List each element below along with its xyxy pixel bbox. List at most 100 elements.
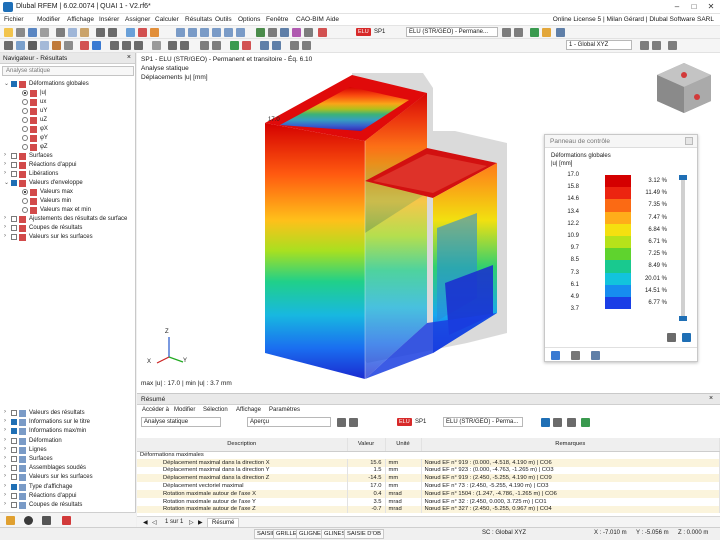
tree-item[interactable]: φY [0, 134, 136, 143]
render-icon[interactable] [256, 28, 265, 37]
chevron-right-icon[interactable]: › [4, 501, 6, 507]
checkbox[interactable] [11, 483, 17, 490]
col-description[interactable]: Description [137, 438, 348, 452]
display-tree-item[interactable]: › Type d'affichage [0, 483, 136, 492]
sort-icon[interactable] [553, 418, 562, 427]
next-icon[interactable] [349, 418, 358, 427]
menu-help[interactable]: Aide [326, 16, 339, 23]
member-icon[interactable] [52, 41, 61, 50]
measure-icon[interactable] [152, 41, 161, 50]
maximize-icon[interactable]: □ [689, 2, 699, 12]
tools-icon[interactable] [150, 28, 159, 37]
checkbox[interactable] [11, 171, 17, 177]
menu-edit[interactable]: Modifier [37, 16, 60, 23]
display-tree-item[interactable]: › Réactions d'appui [0, 492, 136, 501]
checkbox[interactable] [11, 502, 17, 508]
checkbox[interactable] [11, 437, 17, 444]
results-view-select[interactable]: Aperçu [247, 417, 331, 427]
table-row[interactable]: Déplacement maximal dans la direction Z-… [137, 474, 720, 483]
load-combination-select[interactable]: ELU (STR/GEO) - Permane... [406, 27, 498, 37]
checkbox[interactable] [11, 492, 17, 499]
menu-file[interactable]: Fichier [4, 16, 24, 23]
chevron-right-icon[interactable]: › [4, 170, 6, 176]
animation-icon[interactable] [556, 28, 565, 37]
chevron-right-icon[interactable]: › [4, 161, 6, 167]
menu-insert[interactable]: Insérer [99, 16, 119, 23]
chevron-down-icon[interactable]: ⌄ [4, 80, 9, 87]
tree-item[interactable]: ⌄ Valeurs d'enveloppe [0, 179, 136, 188]
chevron-right-icon[interactable]: › [4, 427, 6, 433]
checkbox[interactable] [11, 465, 17, 472]
filter-icon[interactable] [541, 418, 550, 427]
radio-button[interactable] [22, 144, 28, 150]
table-row[interactable]: Rotation maximale autour de l'axe X 0.4 mr… [137, 489, 720, 498]
radio-button[interactable] [22, 189, 28, 195]
tree-item[interactable]: › Coupes de résultats [0, 224, 136, 233]
status-object-snap-button[interactable]: SAISIE D'OB [344, 529, 384, 539]
legend-slider-track[interactable] [681, 175, 685, 321]
chevron-down-icon[interactable]: ⌄ [4, 179, 9, 186]
chevron-right-icon[interactable]: › [4, 437, 6, 443]
table-row[interactable]: Déplacement vectoriel maximal 17.0 mm Nœud … [137, 482, 720, 490]
chevron-right-icon[interactable]: › [4, 492, 6, 498]
legend-slider-bottom-handle[interactable] [679, 316, 687, 321]
tree-item[interactable]: |u| [0, 89, 136, 98]
tree-item[interactable]: Valeurs max [0, 188, 136, 197]
checkbox[interactable] [11, 225, 17, 231]
save-icon[interactable] [16, 28, 25, 37]
legend-settings-icon[interactable] [667, 333, 676, 342]
col-value[interactable]: Valeur [347, 438, 386, 452]
filter-icon[interactable] [212, 41, 221, 50]
tab-filter-icon[interactable] [591, 351, 600, 360]
checkbox[interactable] [11, 81, 17, 87]
menu-goto[interactable]: Accéder à [142, 407, 169, 413]
menu-view[interactable]: Affichage [67, 16, 94, 23]
results-analysis-select[interactable]: Analyse statique [141, 417, 221, 427]
results-lc-select[interactable]: ELU (STR/GEO) - Perma... [443, 417, 523, 427]
col-remarks[interactable]: Remarques [421, 438, 720, 452]
undo-icon[interactable] [96, 28, 105, 37]
chevron-right-icon[interactable]: › [4, 473, 6, 479]
chevron-right-icon[interactable]: › [4, 464, 6, 470]
menu-options[interactable]: Options [238, 16, 260, 23]
menu-results[interactable]: Résultats [185, 16, 212, 23]
radio-button[interactable] [22, 99, 28, 105]
control-panel-close-icon[interactable] [685, 137, 693, 145]
view-front-icon[interactable] [188, 28, 197, 37]
line-icon[interactable] [28, 41, 37, 50]
chevron-right-icon[interactable]: › [4, 418, 6, 424]
paste-icon[interactable] [80, 28, 89, 37]
tree-item[interactable]: ⌄ Déformations globales [0, 80, 136, 89]
checkbox[interactable] [11, 153, 17, 159]
prev-icon[interactable] [337, 418, 346, 427]
display-tree-item[interactable]: › Informations max/min [0, 427, 136, 436]
checkbox[interactable] [11, 474, 17, 481]
checkbox[interactable] [11, 446, 17, 453]
prev-lc-icon[interactable] [502, 28, 511, 37]
chevron-right-icon[interactable]: › [4, 215, 6, 221]
tree-item[interactable]: ux [0, 98, 136, 107]
export-excel-icon[interactable] [581, 418, 590, 427]
table-row[interactable]: Déplacement maximal dans la direction X1… [137, 458, 720, 467]
tree-item[interactable]: › Réactions d'appui [0, 161, 136, 170]
view-back-icon[interactable] [236, 28, 245, 37]
display-tree-item[interactable]: › Surfaces [0, 455, 136, 464]
tree-item[interactable]: › Surfaces [0, 152, 136, 161]
last-page-icon[interactable]: ▶ [198, 519, 203, 526]
view-side-icon[interactable] [200, 28, 209, 37]
menu-calculate[interactable]: Calculer [155, 16, 179, 23]
tree-item[interactable]: uZ [0, 116, 136, 125]
checkbox[interactable] [11, 162, 17, 168]
col-unit[interactable]: Unité [385, 438, 422, 452]
checkbox[interactable] [11, 428, 17, 435]
view-iso-icon[interactable] [176, 28, 185, 37]
tree-item[interactable]: Valeurs min [0, 197, 136, 206]
tree-item[interactable]: uY [0, 107, 136, 116]
display-tree-item[interactable]: › Assemblages soudés [0, 464, 136, 473]
menu-window[interactable]: Fenêtre [266, 16, 288, 23]
chevron-right-icon[interactable]: › [4, 224, 6, 230]
print-icon[interactable] [40, 28, 49, 37]
menu-edit[interactable]: Modifier [174, 407, 195, 413]
view-bottom-icon[interactable] [224, 28, 233, 37]
visibility-icon[interactable] [290, 41, 299, 50]
